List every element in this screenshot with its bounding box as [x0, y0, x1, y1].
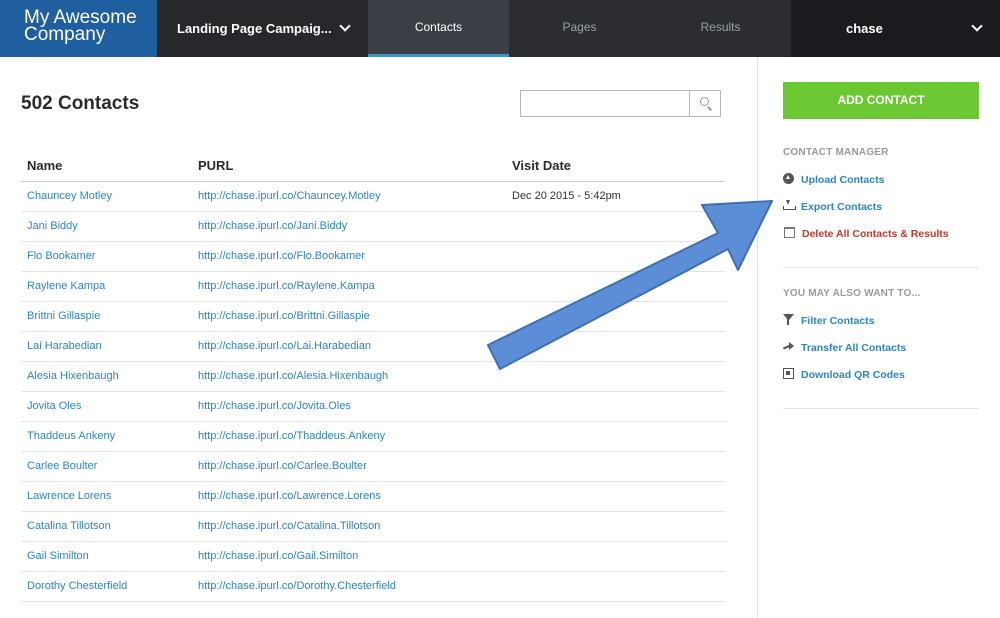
contact-purl[interactable]: http://chase.ipurl.co/Flo.Bookamer [192, 241, 506, 272]
contact-name[interactable]: Gail Similton [21, 541, 192, 572]
campaign-selector[interactable]: Landing Page Campaig... [157, 0, 368, 57]
contact-purl[interactable]: http://chase.ipurl.co/Brittni.Gillaspie [192, 301, 506, 332]
add-contact-button[interactable]: ADD CONTACT [783, 82, 979, 119]
download-qr-codes-link[interactable]: Download QR Codes [783, 368, 905, 382]
upload-contacts-label: Upload Contacts [801, 174, 885, 186]
table-row[interactable]: Jovita Oles http://chase.ipurl.co/Jovita.… [21, 391, 725, 422]
sidebar-divider [783, 267, 979, 268]
table-row[interactable]: Dorothy Chesterfield http://chase.ipurl.c… [21, 571, 725, 602]
chevron-down-icon [339, 20, 351, 32]
contact-purl[interactable]: http://chase.ipurl.co/Lawrence.Lorens [192, 481, 506, 512]
search-button[interactable] [689, 91, 720, 116]
contact-visit-date [506, 451, 725, 482]
transfer-contacts-label: Transfer All Contacts [801, 342, 907, 354]
company-logo[interactable]: My Awesome Company [0, 0, 157, 57]
table-row[interactable]: Gail Similton http://chase.ipurl.co/Gail.… [21, 541, 725, 572]
contact-purl[interactable]: http://chase.ipurl.co/Carlee.Boulter [192, 451, 506, 482]
table-row[interactable]: Carlee Boulter http://chase.ipurl.co/Carl… [21, 451, 725, 482]
upload-contacts-link[interactable]: Upload Contacts [783, 173, 884, 187]
annotation-arrow [487, 200, 773, 370]
contact-name[interactable]: Raylene Kampa [21, 271, 192, 302]
tab-contacts[interactable]: Contacts [368, 0, 509, 57]
contact-purl[interactable]: http://chase.ipurl.co/Dorothy.Chesterfie… [192, 571, 506, 602]
contact-name[interactable]: Thaddeus Ankeny [21, 421, 192, 452]
contact-purl[interactable]: http://chase.ipurl.co/Raylene.Kampa [192, 271, 506, 302]
contact-visit-date [506, 571, 725, 602]
delete-all-label: Delete All Contacts & Results [802, 228, 949, 240]
user-menu[interactable]: chase [791, 0, 1000, 57]
chevron-down-icon [971, 20, 983, 32]
campaign-name: Landing Page Campaig... [177, 21, 332, 36]
page-title: 502 Contacts [21, 93, 140, 114]
export-contacts-label: Export Contacts [801, 201, 883, 213]
contact-visit-date [506, 421, 725, 452]
contact-name[interactable]: Jovita Oles [21, 391, 192, 422]
user-name: chase [846, 21, 883, 36]
search-input[interactable] [521, 91, 689, 116]
arrow-shape [487, 200, 773, 370]
contact-name[interactable]: Jani Biddy [21, 211, 192, 242]
contact-visit-date [506, 541, 725, 572]
contact-purl[interactable]: http://chase.ipurl.co/Catalina.Tillotson [192, 511, 506, 542]
contact-name[interactable]: Brittni Gillaspie [21, 301, 192, 332]
contact-name[interactable]: Dorothy Chesterfield [21, 571, 192, 602]
also-want-heading: YOU MAY ALSO WANT TO... [783, 288, 921, 299]
contact-name[interactable]: Catalina Tillotson [21, 511, 192, 542]
contact-name[interactable]: Alesia Hixenbaugh [21, 361, 192, 392]
delete-all-contacts-link[interactable]: Delete All Contacts & Results [783, 227, 949, 241]
contact-visit-date [506, 391, 725, 422]
sidebar: ADD CONTACT CONTACT MANAGER Upload Conta… [757, 57, 1000, 618]
contact-purl[interactable]: http://chase.ipurl.co/Jovita.Oles [192, 391, 506, 422]
table-row[interactable]: Lawrence Lorens http://chase.ipurl.co/Law… [21, 481, 725, 512]
contact-visit-date [506, 481, 725, 512]
column-header-name[interactable]: Name [21, 150, 192, 182]
table-row[interactable]: Catalina Tillotson http://chase.ipurl.co/… [21, 511, 725, 542]
company-name-line2: Company [24, 24, 106, 45]
column-header-purl[interactable]: PURL [192, 150, 506, 182]
tab-results[interactable]: Results [650, 0, 791, 57]
filter-contacts-link[interactable]: Filter Contacts [783, 314, 875, 328]
contact-purl[interactable]: http://chase.ipurl.co/Chauncey.Motley [192, 181, 506, 212]
table-row[interactable]: Thaddeus Ankeny http://chase.ipurl.co/Tha… [21, 421, 725, 452]
contact-purl[interactable]: http://chase.ipurl.co/Alesia.Hixenbaugh [192, 361, 506, 392]
contact-purl[interactable]: http://chase.ipurl.co/Thaddeus.Ankeny [192, 421, 506, 452]
tab-pages[interactable]: Pages [509, 0, 650, 57]
top-navigation: My Awesome Company Landing Page Campaig.… [0, 0, 1000, 57]
sidebar-divider [783, 408, 979, 409]
contact-purl[interactable]: http://chase.ipurl.co/Lai.Harabedian [192, 331, 506, 362]
contact-name[interactable]: Lai Harabedian [21, 331, 192, 362]
contact-name[interactable]: Lawrence Lorens [21, 481, 192, 512]
search-icon [700, 97, 709, 106]
filter-contacts-label: Filter Contacts [801, 315, 875, 327]
column-header-visit-date[interactable]: Visit Date [506, 150, 725, 182]
upload-icon [783, 173, 794, 184]
contact-name[interactable]: Carlee Boulter [21, 451, 192, 482]
contact-purl[interactable]: http://chase.ipurl.co/Gail.Similton [192, 541, 506, 572]
contact-purl[interactable]: http://chase.ipurl.co/Jani.Biddy [192, 211, 506, 242]
table-header-row: Name PURL Visit Date [21, 150, 725, 182]
contact-manager-heading: CONTACT MANAGER [783, 147, 889, 158]
download-qr-label: Download QR Codes [801, 369, 905, 381]
export-contacts-link[interactable]: Export Contacts [783, 200, 882, 214]
search-box [520, 90, 721, 117]
transfer-contacts-link[interactable]: Transfer All Contacts [783, 341, 906, 355]
contact-name[interactable]: Chauncey Motley [21, 181, 192, 212]
contact-visit-date [506, 511, 725, 542]
contact-name[interactable]: Flo Bookamer [21, 241, 192, 272]
